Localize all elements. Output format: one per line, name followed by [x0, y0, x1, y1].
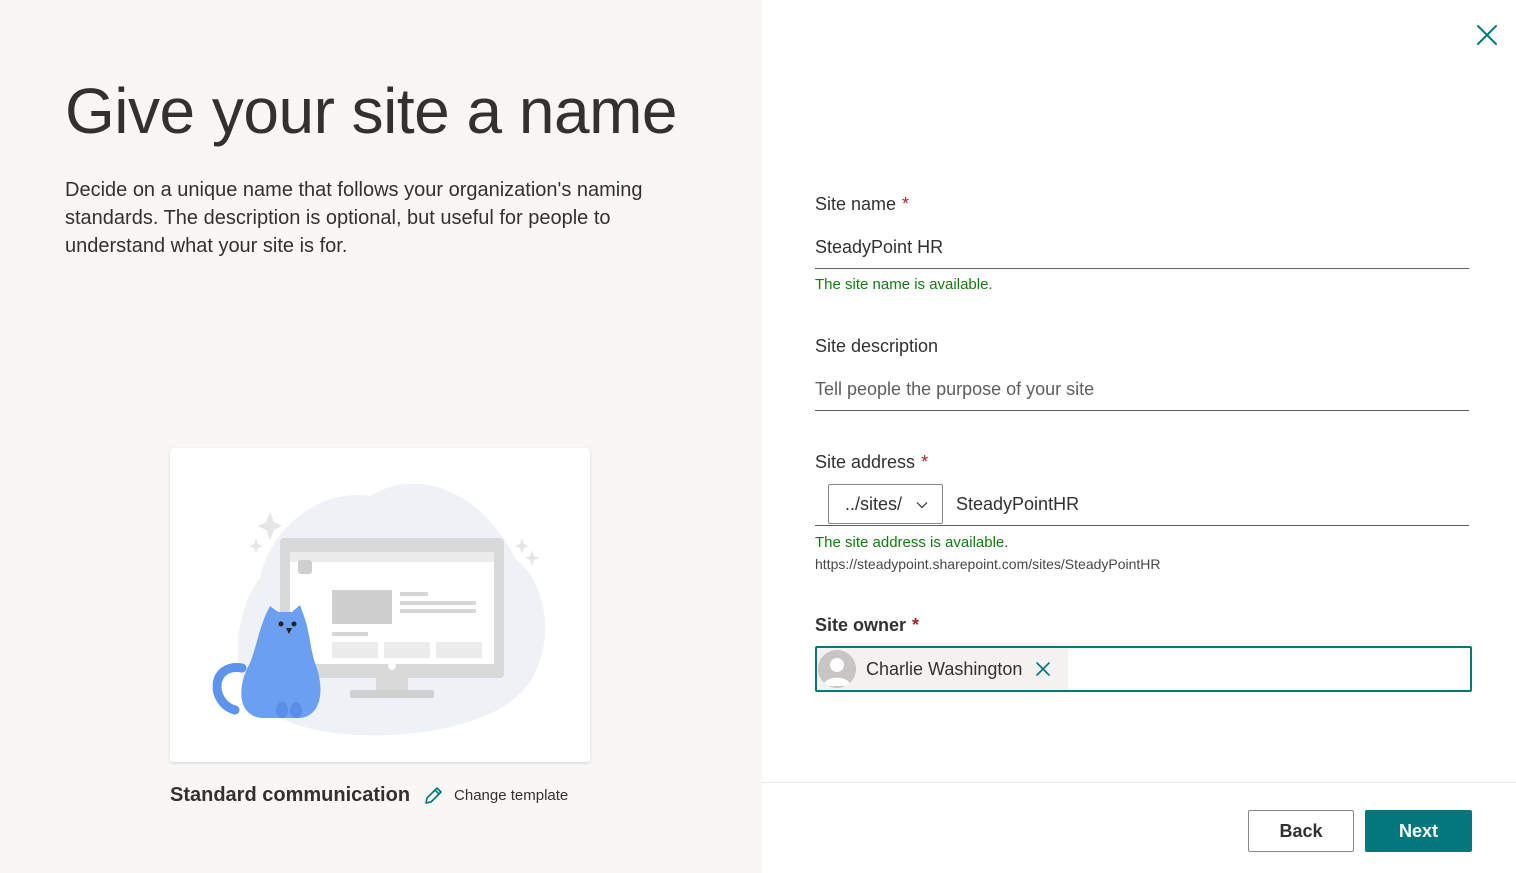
template-name: Standard communication — [170, 784, 411, 806]
right-panel — [762, 0, 1516, 873]
page-title: Give your site a name — [65, 75, 678, 147]
site-name-status: The site name is available. — [815, 276, 993, 293]
site-url: https://steadypoint.sharepoint.com/sites… — [815, 556, 1161, 572]
change-template-link[interactable]: Change template — [454, 787, 568, 804]
site-path-value: ../sites/ — [845, 493, 903, 514]
site-address-label: Site address * — [815, 452, 928, 473]
required-mark: * — [921, 452, 929, 472]
site-name-label-text: Site name — [815, 194, 897, 214]
site-name-label: Site name * — [815, 194, 909, 215]
owner-name: Charlie Washington — [866, 658, 1023, 679]
site-owner-label: Site owner * — [815, 615, 919, 636]
remove-owner-icon[interactable] — [1034, 660, 1052, 678]
site-address-input[interactable]: SteadyPointHR — [956, 494, 1079, 515]
cat-monitor-illustration — [212, 483, 545, 736]
back-button[interactable]: Back — [1248, 810, 1354, 852]
site-description-input[interactable] — [815, 369, 1469, 411]
site-address-label-text: Site address — [815, 452, 916, 472]
template-preview-card — [170, 448, 590, 762]
avatar — [818, 650, 856, 688]
chevron-down-icon — [916, 502, 928, 509]
site-owner-picker[interactable]: Charlie Washington — [815, 646, 1472, 692]
left-panel: Give your site a name Decide on a unique… — [0, 0, 762, 873]
footer-divider — [762, 782, 1516, 783]
close-icon[interactable] — [1472, 20, 1502, 50]
owner-chip: Charlie Washington — [817, 648, 1068, 690]
site-description-label: Site description — [815, 336, 939, 356]
required-mark: * — [902, 194, 910, 214]
site-name-input[interactable] — [815, 227, 1469, 269]
page-description: Decide on a unique name that follows you… — [65, 179, 643, 257]
next-button[interactable]: Next — [1365, 810, 1472, 852]
required-mark: * — [912, 615, 920, 635]
site-owner-label-text: Site owner — [815, 615, 907, 635]
pencil-icon[interactable] — [422, 785, 444, 807]
site-address-field: ../sites/ SteadyPointHR — [815, 484, 1469, 526]
site-path-dropdown[interactable]: ../sites/ — [828, 484, 943, 524]
site-address-status: The site address is available. — [815, 534, 1009, 551]
template-footer: Standard communication Change template — [170, 784, 568, 807]
